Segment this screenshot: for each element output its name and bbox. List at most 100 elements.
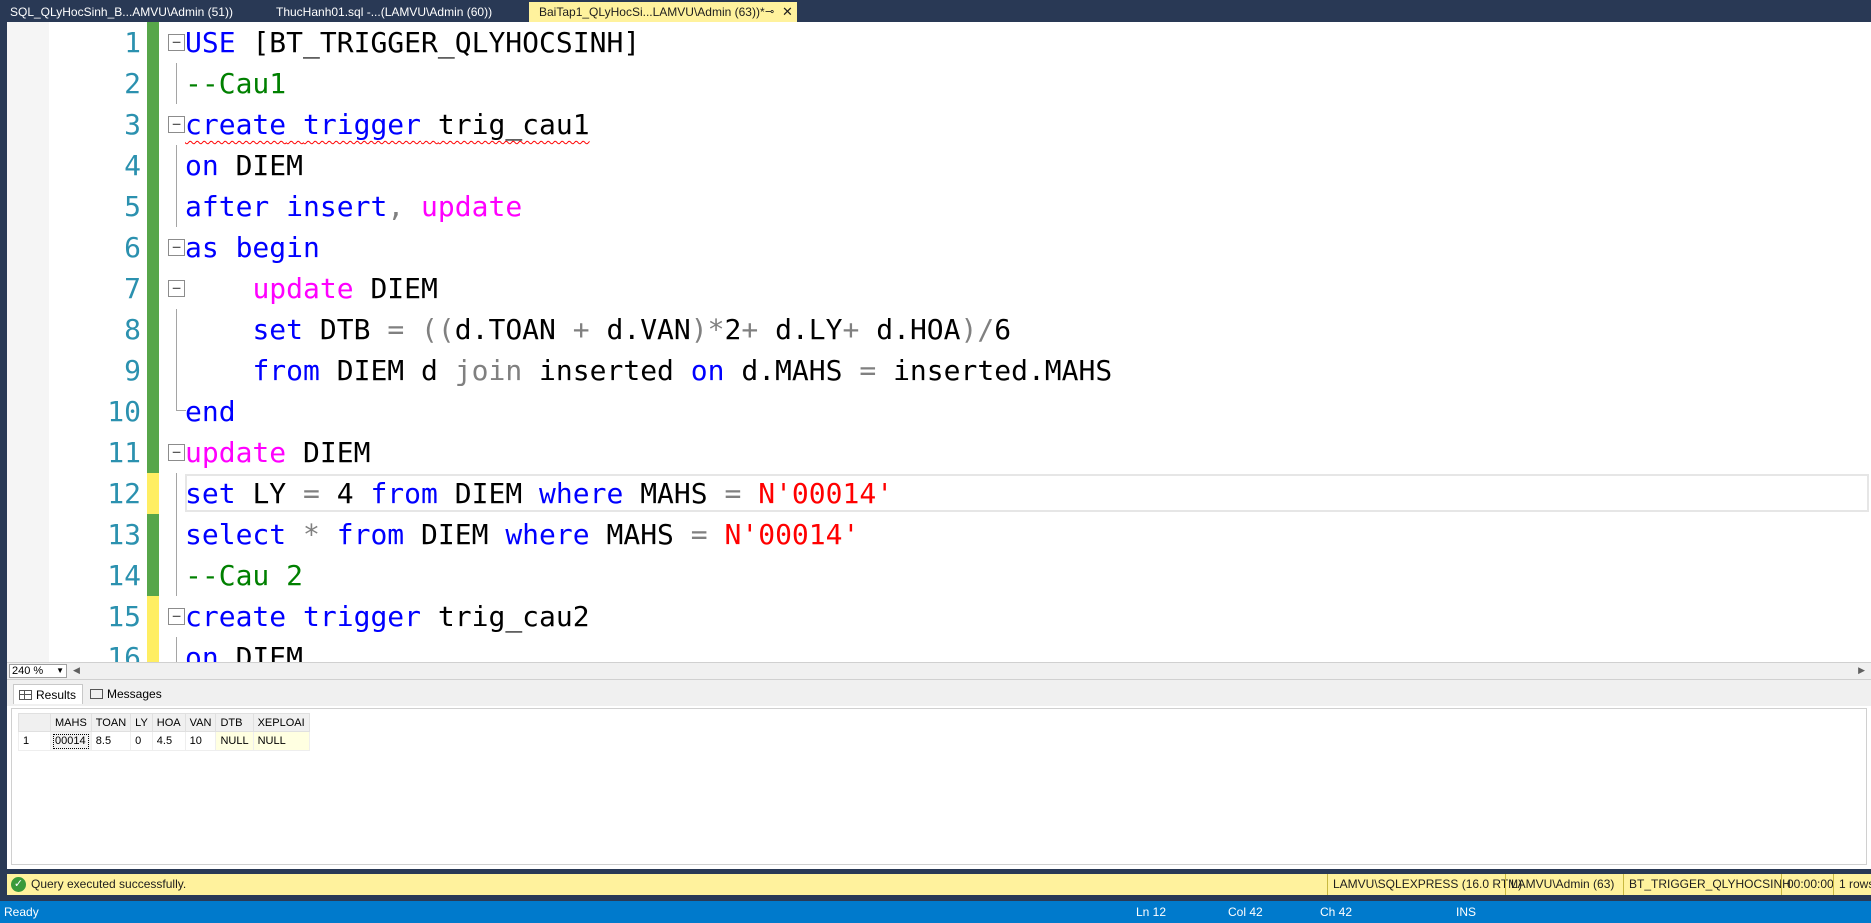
query-editor[interactable]: 1 − USE [BT_TRIGGER_QLYHOCSINH] 2 --Cau1… <box>7 22 1871 662</box>
grid-corner[interactable] <box>18 713 51 732</box>
collapse-icon[interactable]: − <box>168 280 185 297</box>
code-text: on DIEM <box>185 641 304 662</box>
grid-cell[interactable]: NULL <box>252 731 310 751</box>
grid-cell[interactable]: 10 <box>184 731 217 751</box>
change-marker <box>147 514 159 555</box>
line-number: 5 <box>124 190 141 223</box>
grid-cell[interactable]: NULL <box>215 731 254 751</box>
table-row[interactable]: 1 00014 8.5 0 4.5 10 NULL NULL <box>18 731 310 751</box>
column-header[interactable]: VAN <box>184 713 217 732</box>
server-name: LAMVU\SQLEXPRESS (16.0 RTM) <box>1327 874 1522 895</box>
collapse-icon[interactable]: − <box>168 239 185 256</box>
close-icon[interactable]: ✕ <box>782 2 793 22</box>
change-marker <box>147 104 159 145</box>
line-number: 12 <box>107 477 141 510</box>
outline-guide <box>176 637 177 662</box>
database-name: BT_TRIGGER_QLYHOCSINH <box>1623 874 1791 895</box>
code-text: USE [BT_TRIGGER_QLYHOCSINH] <box>185 26 641 59</box>
collapse-icon[interactable]: − <box>168 34 185 51</box>
code-line: 6 − as begin <box>7 227 1871 268</box>
results-grid[interactable]: MAHS TOAN LY HOA VAN DTB XEPLOAI 1 00014… <box>18 713 310 751</box>
char-indicator: Ch 42 <box>1320 905 1353 919</box>
code-line: 8 set DTB = ((d.TOAN + d.VAN)*2+ d.LY+ d… <box>7 309 1871 350</box>
code-line: 3 − create trigger trig_cau1 <box>7 104 1871 145</box>
row-number[interactable]: 1 <box>18 731 51 751</box>
column-header[interactable]: LY <box>130 713 153 732</box>
code-line: 15 − create trigger trig_cau2 <box>7 596 1871 637</box>
tab-baitap1-active[interactable]: BaiTap1_QLyHocSi...LAMVU\Admin (63))* ⊸ … <box>529 2 797 22</box>
scroll-right-icon[interactable]: ▶ <box>1858 665 1865 676</box>
column-header[interactable]: MAHS <box>50 713 92 732</box>
grid-cell[interactable]: 8.5 <box>90 731 132 751</box>
code-line: 5 after insert, update <box>7 186 1871 227</box>
zoom-dropdown[interactable]: 240 % ▼ <box>9 664 67 678</box>
outline-guide <box>176 145 177 186</box>
code-line: 1 − USE [BT_TRIGGER_QLYHOCSINH] <box>7 22 1871 63</box>
grid-icon <box>19 690 32 700</box>
pin-icon[interactable]: ⊸ <box>765 2 774 22</box>
tab-results[interactable]: Results <box>13 684 84 704</box>
grid-cell[interactable]: 4.5 <box>151 731 186 751</box>
code-text: set DTB = ((d.TOAN + d.VAN)*2+ d.LY+ d.H… <box>252 313 1012 346</box>
line-number: 4 <box>124 149 141 182</box>
grid-cell-selected[interactable]: 00014 <box>50 731 92 751</box>
tab-label: ThucHanh01.sql -...(LAMVU\Admin (60)) <box>276 5 493 19</box>
line-number: 11 <box>107 436 141 469</box>
tab-label: BaiTap1_QLyHocSi...LAMVU\Admin (63))* <box>539 5 765 19</box>
line-number: 8 <box>124 313 141 346</box>
change-marker <box>147 555 159 596</box>
current-code-line: 12 set LY = 4 from DIEM where MAHS = N'0… <box>7 473 1871 514</box>
code-text: as begin <box>185 231 320 264</box>
code-text: select * from DIEM where MAHS = N'00014' <box>185 518 860 551</box>
results-tab-bar: Results Messages <box>7 679 1871 706</box>
code-text: create trigger trig_cau2 <box>185 600 590 633</box>
line-number: 1 <box>124 26 141 59</box>
collapse-icon[interactable]: − <box>168 116 185 133</box>
chevron-down-icon: ▼ <box>56 666 64 675</box>
messages-icon <box>90 689 103 699</box>
change-marker <box>147 268 159 309</box>
elapsed-time: 00:00:00 <box>1781 874 1834 895</box>
code-line: 4 on DIEM <box>7 145 1871 186</box>
document-tab-bar: SQL_QLyHocSinh_B...AMVU\Admin (51)) Thuc… <box>0 0 1871 22</box>
change-marker <box>147 145 159 186</box>
app-state: Ready <box>4 905 39 919</box>
check-icon: ✓ <box>11 877 26 892</box>
column-header[interactable]: TOAN <box>90 713 132 732</box>
code-line: 9 from DIEM d join inserted on d.MAHS = … <box>7 350 1871 391</box>
scroll-left-icon[interactable]: ◀ <box>73 665 80 676</box>
column-indicator: Col 42 <box>1228 905 1263 919</box>
app-status-bar: Ready Ln 12 Col 42 Ch 42 INS <box>0 901 1871 923</box>
line-indicator: Ln 12 <box>1136 905 1167 919</box>
line-number: 2 <box>124 67 141 100</box>
column-header[interactable]: XEPLOAI <box>252 713 310 732</box>
outline-guide <box>176 63 177 104</box>
line-number: 10 <box>107 395 141 428</box>
outline-guide <box>176 350 177 391</box>
code-text: update DIEM <box>185 436 371 469</box>
row-count: 1 rows <box>1833 874 1871 895</box>
results-grid-container[interactable]: MAHS TOAN LY HOA VAN DTB XEPLOAI 1 00014… <box>11 708 1867 865</box>
collapse-icon[interactable]: − <box>168 444 185 461</box>
code-text: end <box>185 395 236 428</box>
tab-results-label: Results <box>36 688 77 702</box>
outline-guide <box>176 514 177 555</box>
change-marker <box>147 186 159 227</box>
change-marker <box>147 350 159 391</box>
code-text: from DIEM d join inserted on d.MAHS = in… <box>252 354 1113 387</box>
tab-sql-qlyhocsinh[interactable]: SQL_QLyHocSinh_B...AMVU\Admin (51)) <box>0 2 262 22</box>
tab-thuchanh01[interactable]: ThucHanh01.sql -...(LAMVU\Admin (60)) <box>266 2 526 22</box>
code-text: set LY = 4 from DIEM where MAHS = N'0001… <box>185 477 894 510</box>
change-marker <box>147 391 159 432</box>
column-header[interactable]: DTB <box>215 713 254 732</box>
change-marker <box>147 309 159 350</box>
code-line: 7 − update DIEM <box>7 268 1871 309</box>
change-marker <box>147 473 159 514</box>
tab-messages[interactable]: Messages <box>85 684 168 704</box>
collapse-icon[interactable]: − <box>168 608 185 625</box>
code-line: 14 --Cau 2 <box>7 555 1871 596</box>
line-number: 7 <box>124 272 141 305</box>
column-header[interactable]: HOA <box>151 713 186 732</box>
code-text: after insert, update <box>185 190 523 223</box>
grid-cell[interactable]: 0 <box>130 731 153 751</box>
